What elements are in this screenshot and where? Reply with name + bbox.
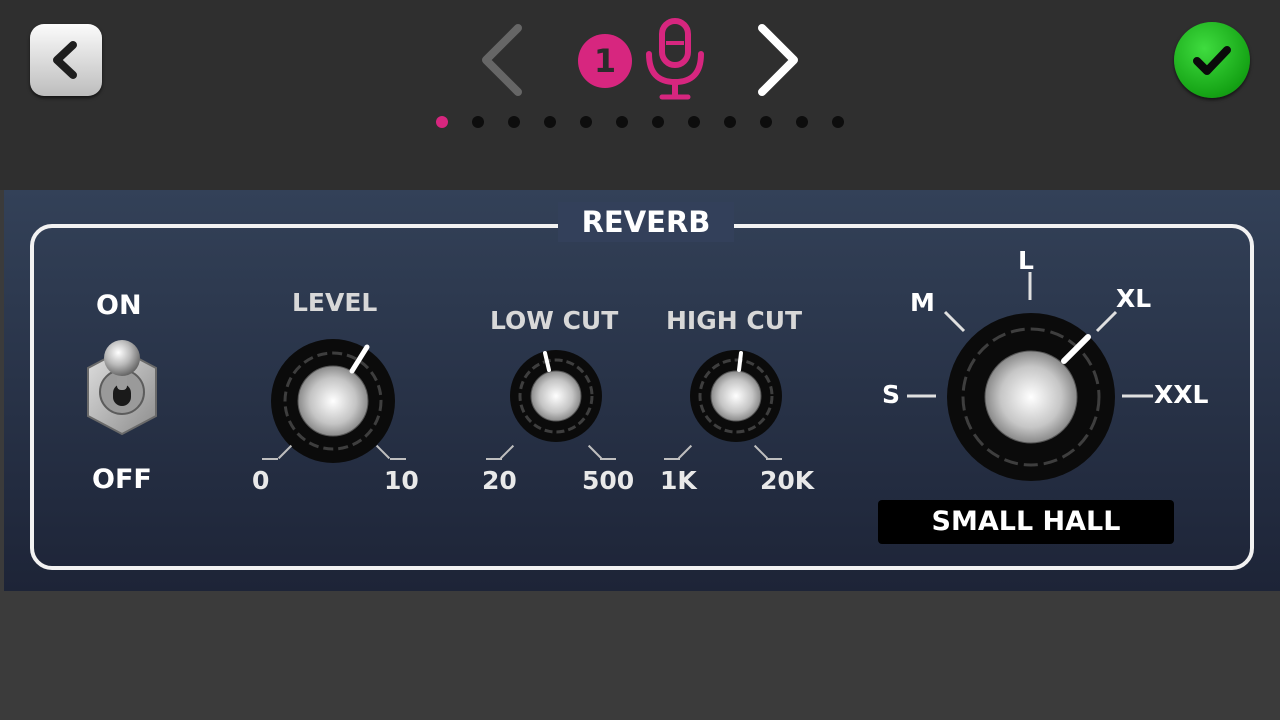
- size-option-s[interactable]: S: [882, 380, 900, 409]
- page-indicator: [436, 116, 848, 130]
- microphone-icon: [646, 18, 704, 100]
- low-cut-label: LOW CUT: [490, 306, 619, 335]
- switch-off-label: OFF: [92, 464, 152, 495]
- level-min-tick: [262, 458, 278, 460]
- page-dot[interactable]: [508, 116, 520, 128]
- page-dot[interactable]: [616, 116, 628, 128]
- low-cut-knob[interactable]: [506, 346, 606, 446]
- previous-channel-button[interactable]: [476, 22, 526, 102]
- low-cut-min-label: 20: [482, 466, 517, 495]
- page-dot[interactable]: [760, 116, 772, 128]
- page-dot[interactable]: [796, 116, 808, 128]
- page-dot[interactable]: [580, 116, 592, 128]
- page-dot[interactable]: [724, 116, 736, 128]
- size-option-xl[interactable]: XL: [1116, 284, 1151, 313]
- high-cut-max-tick: [766, 458, 782, 460]
- size-option-xxl[interactable]: XXL: [1154, 380, 1208, 409]
- level-min-label: 0: [252, 466, 270, 495]
- reverb-panel: REVERB ON OFF LEVEL 0 10 LOW CUT 20 500 …: [4, 190, 1280, 591]
- size-tick: [1095, 310, 1118, 333]
- low-cut-max-label: 500: [582, 466, 635, 495]
- high-cut-min-label: 1K: [660, 466, 697, 495]
- high-cut-max-label: 20K: [760, 466, 815, 495]
- page-dot[interactable]: [832, 116, 844, 128]
- checkmark-icon: [1193, 46, 1231, 75]
- reverb-type-display: SMALL HALL: [878, 500, 1174, 544]
- page-dot[interactable]: [544, 116, 556, 128]
- reverb-size-selector[interactable]: [864, 230, 1264, 490]
- page-dot[interactable]: [472, 116, 484, 128]
- switch-on-label: ON: [96, 290, 142, 321]
- size-option-m[interactable]: M: [910, 288, 935, 317]
- page-dot[interactable]: [688, 116, 700, 128]
- level-label: LEVEL: [292, 288, 378, 317]
- next-channel-button[interactable]: [752, 22, 802, 102]
- high-cut-label: HIGH CUT: [666, 306, 803, 335]
- size-option-l[interactable]: L: [1018, 246, 1034, 275]
- page-dot[interactable]: [652, 116, 664, 128]
- size-tick: [943, 310, 966, 333]
- top-bar: [0, 0, 1280, 190]
- reverb-title: REVERB: [558, 202, 734, 242]
- confirm-button[interactable]: [1174, 22, 1250, 98]
- toggle-switch[interactable]: [82, 338, 162, 438]
- chevron-left-icon: [53, 41, 77, 79]
- level-max-label: 10: [384, 466, 419, 495]
- back-button[interactable]: [30, 24, 102, 96]
- low-cut-max-tick: [600, 458, 616, 460]
- channel-number-badge: 1: [578, 34, 632, 88]
- bottom-area: [0, 591, 1280, 720]
- level-max-tick: [390, 458, 406, 460]
- page-dot[interactable]: [436, 116, 448, 128]
- high-cut-knob[interactable]: [686, 346, 786, 446]
